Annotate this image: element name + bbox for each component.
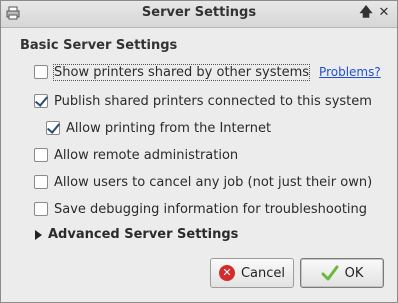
checkbox[interactable] [34,65,48,79]
ok-button[interactable]: OK [300,258,384,288]
advanced-settings-label: Advanced Server Settings [48,227,239,242]
expander-arrow-icon [35,229,42,240]
option-label: Show printers shared by other systems [52,63,311,81]
problems-link[interactable]: Problems? [319,65,381,79]
checkmark-icon [321,265,339,281]
window-title: Server Settings [141,5,257,20]
option-remote-administration[interactable]: Allow remote administration [34,146,238,164]
checkbox[interactable] [34,175,48,189]
checkbox[interactable] [34,148,48,162]
cancel-button-label: Cancel [240,265,286,281]
option-publish-shared-printers[interactable]: Publish shared printers connected to thi… [34,92,372,110]
cancel-button[interactable]: ✕ Cancel [210,258,294,288]
option-label: Save debugging information for troublesh… [54,201,368,217]
option-save-debugging[interactable]: Save debugging information for troublesh… [34,200,367,218]
advanced-settings-expander[interactable]: Advanced Server Settings [35,227,238,242]
keep-above-button[interactable]: 🡅 [357,4,375,22]
section-title: Basic Server Settings [20,38,178,53]
title-bar[interactable]: Server Settings 🡅 ✕ [1,1,397,28]
option-label: Allow printing from the Internet [66,120,272,136]
option-label: Publish shared printers connected to thi… [54,93,372,109]
option-label: Allow users to cancel any job (not just … [54,174,373,190]
server-settings-dialog: Server Settings 🡅 ✕ Basic Server Setting… [0,0,398,303]
cancel-icon: ✕ [218,265,235,281]
option-label: Allow remote administration [54,147,239,163]
option-show-shared-printers[interactable]: Show printers shared by other systems Pr… [34,63,381,81]
close-button[interactable]: ✕ [375,4,393,22]
checkbox[interactable] [46,121,60,135]
checkbox[interactable] [34,202,48,216]
option-allow-internet-printing[interactable]: Allow printing from the Internet [46,119,271,137]
ok-button-label: OK [344,265,364,281]
checkbox[interactable] [34,94,48,108]
option-cancel-any-job[interactable]: Allow users to cancel any job (not just … [34,173,372,191]
